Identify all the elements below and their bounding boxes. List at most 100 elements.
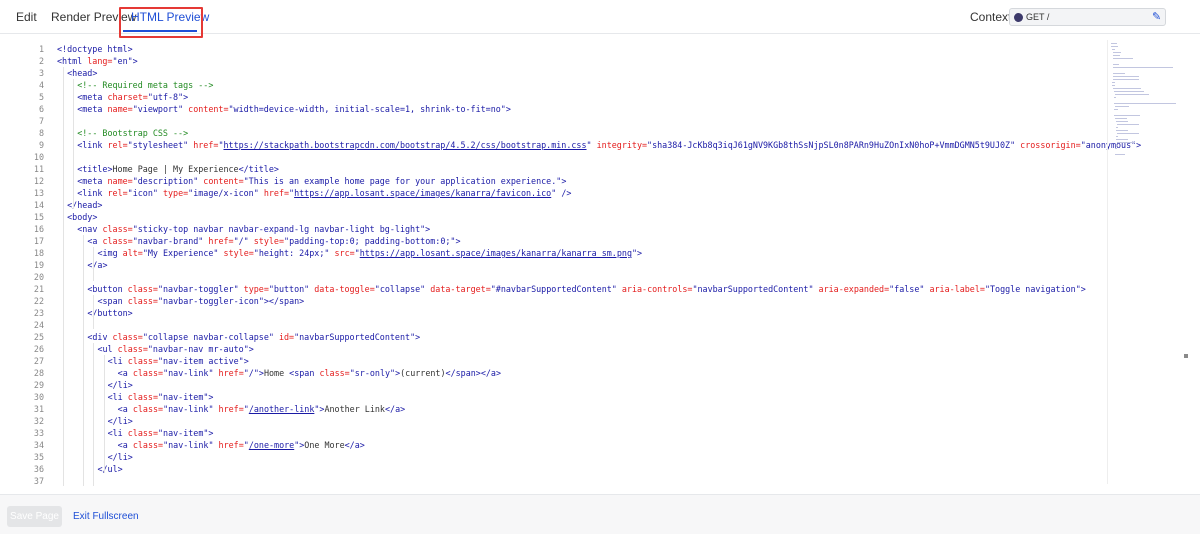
code-line: 34 <a class="nav-link" href="/one-more">O… [22, 439, 1106, 451]
code-line: 2 <html lang="en"> [22, 55, 1106, 67]
code-line: 17 <a class="navbar-brand" href="/" style… [22, 235, 1106, 247]
code-line: 32 </li> [22, 415, 1106, 427]
code-line: 27 <li class="nav-item active"> [22, 355, 1106, 367]
code-line: 1 <!doctype html> [22, 43, 1106, 55]
minimap-line [1113, 55, 1120, 56]
line-number: 11 [33, 164, 44, 174]
line-number: 31 [33, 404, 44, 414]
line-number: 19 [33, 260, 44, 270]
indent-guide [83, 235, 85, 486]
minimap-line [1116, 127, 1118, 128]
code-text: <link rel="icon" type="image/x-icon" hre… [77, 188, 572, 198]
annotation-highlight-box [119, 7, 203, 38]
code-text: <meta charset="utf-8"> [77, 92, 189, 102]
code-text: <!-- Bootstrap CSS --> [77, 128, 189, 138]
line-number: 4 [38, 80, 44, 90]
code-text: <ul class="navbar-nav mr-auto"> [97, 344, 254, 354]
indent-guide [93, 295, 95, 329]
line-number: 27 [33, 356, 44, 366]
minimap-line [1115, 118, 1127, 119]
code-text: <li class="nav-item"> [107, 392, 214, 402]
code-line: 33 <li class="nav-item"> [22, 427, 1106, 439]
code-text: <!doctype html> [57, 44, 133, 54]
code-line: 31 <a class="nav-link" href="/another-lin… [22, 403, 1106, 415]
code-line: 35 </li> [22, 451, 1106, 463]
code-line: 36 </ul> [22, 463, 1106, 475]
code-text: <a class="nav-link" href="/one-more">One… [117, 440, 365, 450]
minimap-line [1112, 49, 1115, 50]
line-number: 7 [38, 116, 44, 126]
code-text: <div class="collapse navbar-collapse" id… [87, 332, 421, 342]
code-line: 9 <link rel="stylesheet" href="https://st… [22, 139, 1141, 151]
minimap-line [1113, 52, 1121, 53]
context-selector[interactable]: GET / ✎ [1009, 8, 1166, 26]
code-editor[interactable]: 1 <!doctype html> 2 <html lang="en"> 3 <head>… [22, 40, 1172, 486]
pencil-edit-icon[interactable]: ✎ [1152, 10, 1161, 24]
code-text: <title>Home Page | My Experience</title> [77, 164, 279, 174]
minimap-line [1116, 130, 1128, 131]
code-line: 11 <title>Home Page | My Experience</titl… [22, 163, 1106, 175]
code-text: </li> [107, 380, 133, 390]
line-number: 10 [33, 152, 44, 162]
footer-bar: Save Page Exit Fullscreen [0, 494, 1200, 534]
minimap-line [1113, 58, 1133, 59]
code-text: <meta name="description" content="This i… [77, 176, 567, 186]
line-number: 23 [33, 308, 44, 318]
code-line: 18 <img alt="My Experience" style="height… [22, 247, 1106, 259]
code-line: 16 <nav class="sticky-top navbar navbar-e… [22, 223, 1106, 235]
code-text: <a class="navbar-brand" href="/" style="… [87, 236, 461, 246]
line-number: 18 [33, 248, 44, 258]
scrollbar-thumb[interactable] [1184, 354, 1188, 358]
line-number: 28 [33, 368, 44, 378]
minimap-line [1117, 142, 1135, 143]
code-line: 14 </head> [22, 199, 1106, 211]
code-text: <!-- Required meta tags --> [77, 80, 214, 90]
code-text: <li class="nav-item"> [107, 428, 214, 438]
minimap-line [1114, 91, 1144, 92]
context-label: Context: [970, 10, 1015, 24]
minimap-line [1117, 124, 1139, 125]
line-number: 16 [33, 224, 44, 234]
code-line: 23 </button> [22, 307, 1106, 319]
minimap-line [1116, 145, 1118, 146]
save-page-button[interactable]: Save Page [7, 506, 62, 527]
code-text: <a class="nav-link" href="/">Home <span … [117, 368, 501, 378]
minimap-line [1117, 133, 1139, 134]
code-line: 29 </li> [22, 379, 1106, 391]
code-text: </ul> [97, 464, 123, 474]
editor-toolbar: Edit Render Preview HTML Preview Context… [0, 0, 1200, 38]
code-line: 4 <!-- Required meta tags --> [22, 79, 1106, 91]
code-line: 25 <div class="collapse navbar-collapse" … [22, 331, 1106, 343]
code-text: <button class="navbar-toggler" type="but… [87, 284, 1086, 294]
code-text: </a> [87, 260, 108, 270]
minimap-line [1116, 136, 1118, 137]
code-line: 3 <head> [22, 67, 1106, 79]
line-number: 2 [38, 56, 44, 66]
line-number: 25 [33, 332, 44, 342]
minimap-line [1114, 103, 1176, 104]
code-line: 10 [22, 151, 1106, 163]
code-text: <meta name="viewport" content="width=dev… [77, 104, 511, 114]
line-number: 21 [33, 284, 44, 294]
code-text: </li> [107, 452, 133, 462]
code-line: 24 [22, 319, 1106, 331]
minimap-line [1113, 73, 1125, 74]
code-line: 22 <span class="navbar-toggler-icon"></sp… [22, 295, 1106, 307]
tab-edit[interactable]: Edit [16, 0, 37, 34]
line-number: 29 [33, 380, 44, 390]
line-number: 12 [33, 176, 44, 186]
code-text: <nav class="sticky-top navbar navbar-exp… [77, 224, 431, 234]
exit-fullscreen-link[interactable]: Exit Fullscreen [73, 506, 139, 527]
minimap-line [1111, 43, 1117, 44]
code-line: 15 <body> [22, 211, 1106, 223]
code-text: <li class="nav-item active"> [107, 356, 249, 366]
minimap-line [1114, 115, 1140, 116]
line-number: 24 [33, 320, 44, 330]
code-line: 19 </a> [22, 259, 1106, 271]
code-line: 20 [22, 271, 1106, 283]
code-line: 6 <meta name="viewport" content="width=de… [22, 103, 1106, 115]
code-minimap[interactable] [1107, 40, 1185, 484]
code-line: 26 <ul class="navbar-nav mr-auto"> [22, 343, 1106, 355]
minimap-line [1114, 97, 1116, 98]
line-number: 13 [33, 188, 44, 198]
